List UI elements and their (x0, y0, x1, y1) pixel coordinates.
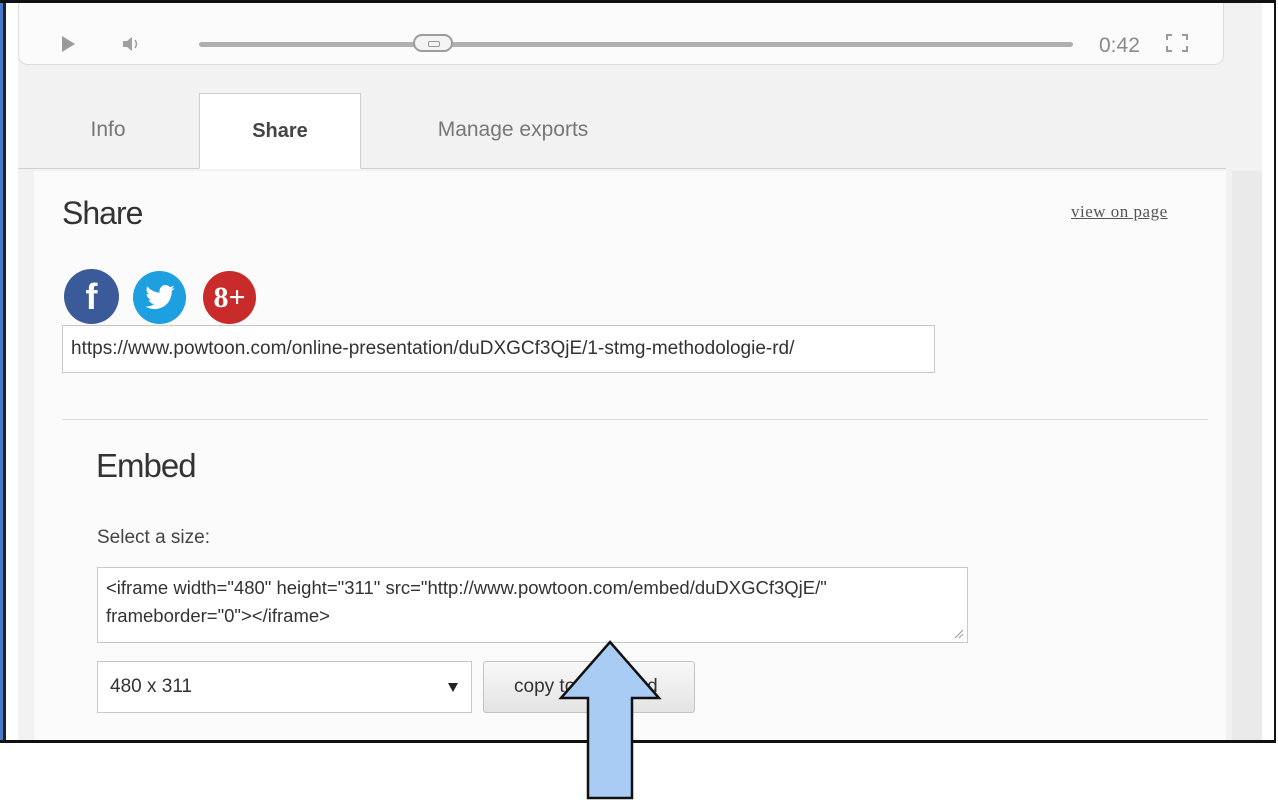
volume-icon[interactable] (121, 35, 143, 53)
google-plus-icon[interactable]: 8+ (203, 271, 256, 324)
tab-bar: Info Share Manage exports (18, 93, 1226, 169)
twitter-bird-icon (144, 284, 175, 309)
chevron-down-icon (448, 683, 458, 692)
window-edge-dark (3, 3, 6, 740)
tab-manage-exports[interactable]: Manage exports (388, 93, 638, 167)
screenshot-frame: 0:42 Info Share Manage exports Share vie… (0, 0, 1276, 743)
share-url-field[interactable] (62, 325, 935, 373)
resize-grip-icon[interactable] (952, 627, 964, 639)
select-size-label: Select a size: (97, 527, 210, 548)
facebook-icon[interactable]: f (64, 269, 119, 324)
section-divider (62, 419, 1208, 420)
annotation-arrow-icon (558, 640, 662, 800)
video-player-controls: 0:42 (18, 3, 1224, 65)
embed-size-select[interactable]: 480 x 311 (97, 661, 472, 713)
seek-bar[interactable] (199, 42, 1073, 47)
scrollbar-track[interactable] (1232, 171, 1262, 740)
view-on-page-link[interactable]: view on page (1071, 202, 1168, 222)
selected-size-value: 480 x 311 (110, 676, 193, 697)
seek-handle[interactable] (413, 34, 453, 52)
tab-share[interactable]: Share (199, 93, 361, 169)
fullscreen-icon[interactable] (1165, 33, 1189, 53)
embed-code-textarea[interactable]: <iframe width="480" height="311" src="ht… (97, 567, 968, 643)
share-heading: Share (62, 195, 143, 231)
play-icon[interactable] (62, 36, 75, 52)
embed-heading: Embed (96, 447, 197, 484)
tab-info[interactable]: Info (18, 93, 198, 167)
current-time: 0:42 (1099, 34, 1140, 57)
twitter-icon[interactable] (133, 271, 186, 324)
